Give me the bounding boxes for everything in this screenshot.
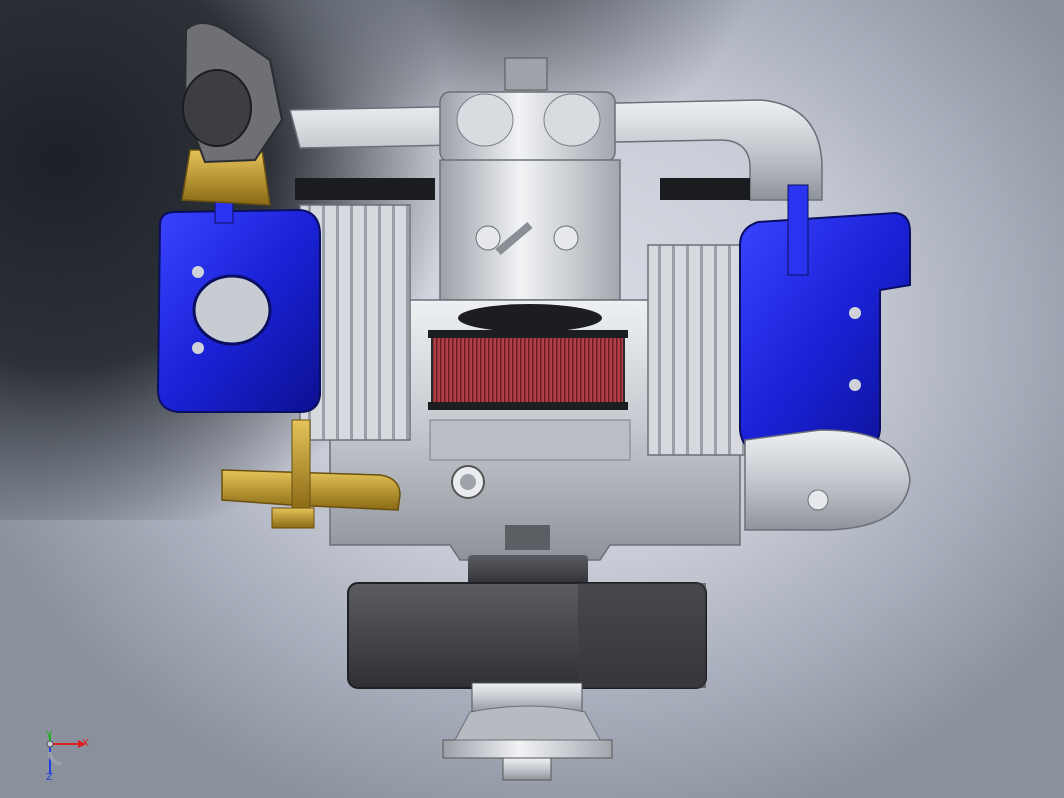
right-housing [744,429,911,531]
output-shaft [502,757,552,781]
engine-model[interactable] [0,0,1064,798]
cad-viewport[interactable]: X Y Z [0,0,1064,798]
drive-hub [468,555,588,585]
y-axis-label: Y [46,730,53,741]
carburettor-cap [504,57,548,91]
x-axis-label: X [82,738,89,749]
fuel-pipe [221,469,401,511]
right-cylinder-head [739,211,911,453]
air-filter [431,334,625,406]
z-axis-label: Z [46,772,53,783]
